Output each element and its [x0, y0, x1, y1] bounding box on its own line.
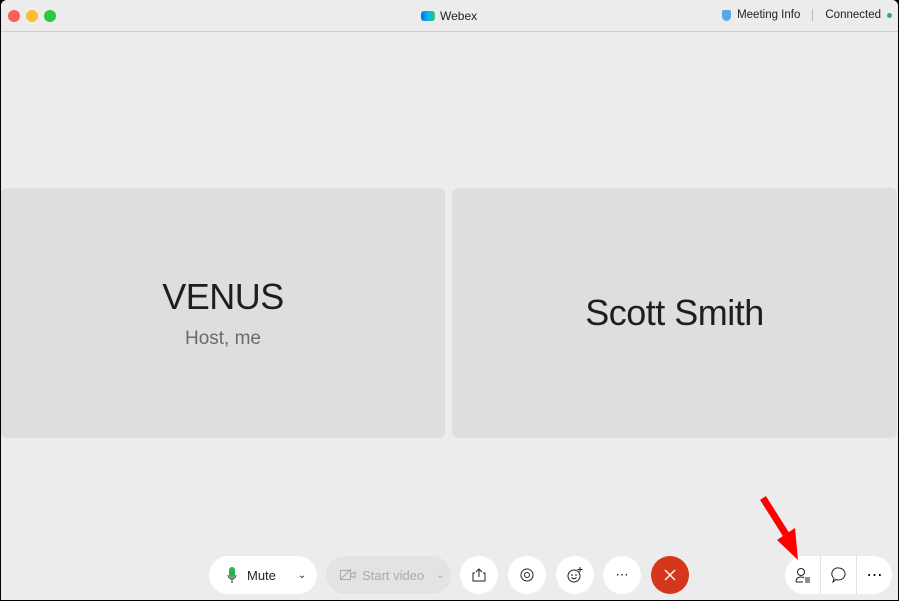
- mute-label: Mute: [247, 567, 276, 583]
- mute-button[interactable]: Mute ⌄: [209, 556, 317, 594]
- chat-button[interactable]: [821, 556, 857, 594]
- webex-window: Webex Meeting Info Connected VENUS Host,…: [1, 0, 898, 600]
- share-icon: [472, 568, 486, 582]
- mute-options-chevron-icon[interactable]: ⌄: [298, 570, 306, 581]
- participant-role: Host, me: [184, 328, 262, 349]
- record-button[interactable]: [508, 556, 546, 594]
- emoji-icon: [567, 567, 583, 583]
- record-icon: [520, 568, 534, 582]
- chat-icon: [830, 567, 846, 583]
- shield-icon: [722, 9, 732, 21]
- status-dot-icon: [887, 12, 892, 18]
- video-off-icon: [340, 569, 356, 581]
- video-options-chevron-icon[interactable]: ⌄: [436, 570, 444, 581]
- meeting-info-link[interactable]: Meeting Info: [737, 9, 800, 21]
- connection-status: Connected: [825, 9, 881, 21]
- ellipsis-icon: ⋯: [866, 567, 883, 584]
- more-panels-button[interactable]: ⋯: [857, 556, 892, 594]
- title-bar: Webex Meeting Info Connected: [1, 0, 898, 32]
- ellipsis-icon: ⋯: [615, 567, 629, 582]
- minimize-window-button[interactable]: [26, 10, 38, 22]
- more-options-button[interactable]: ⋯: [603, 556, 641, 594]
- share-button[interactable]: [460, 556, 498, 594]
- participant-tile-venus: VENUS Host, me: [1, 188, 445, 438]
- start-video-label: Start video: [362, 567, 425, 583]
- participants-icon: [795, 568, 810, 583]
- start-video-button[interactable]: Start video ⌄: [326, 556, 451, 594]
- participant-name: Scott Smith: [585, 292, 764, 333]
- reactions-button[interactable]: [556, 556, 594, 594]
- divider: [812, 9, 814, 21]
- window-title: Webex: [421, 9, 477, 23]
- webex-logo-icon: [421, 11, 435, 21]
- participant-tile-scott-smith: Scott Smith: [452, 188, 897, 438]
- red-arrow-annotation-icon: [760, 496, 798, 560]
- close-icon: [664, 569, 676, 581]
- end-meeting-button[interactable]: [651, 556, 689, 594]
- microphone-icon: [227, 567, 237, 583]
- close-window-button[interactable]: [8, 10, 20, 22]
- app-name: Webex: [440, 9, 478, 23]
- zoom-window-button[interactable]: [44, 10, 56, 22]
- participant-name: VENUS: [162, 276, 284, 317]
